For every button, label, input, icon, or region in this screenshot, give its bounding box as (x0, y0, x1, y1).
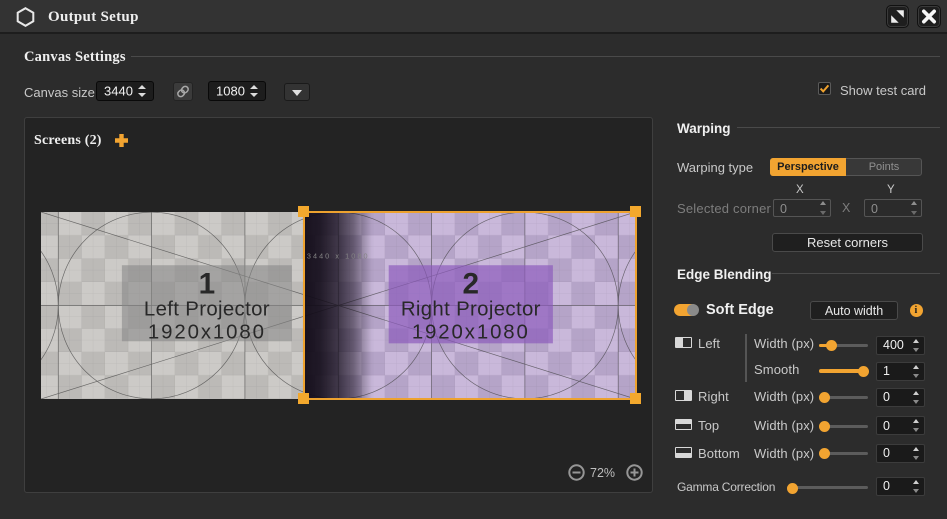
svg-text:1920x1080: 1920x1080 (148, 321, 266, 343)
svg-text:1: 1 (199, 267, 216, 300)
svg-text:Left Projector: Left Projector (144, 298, 270, 320)
